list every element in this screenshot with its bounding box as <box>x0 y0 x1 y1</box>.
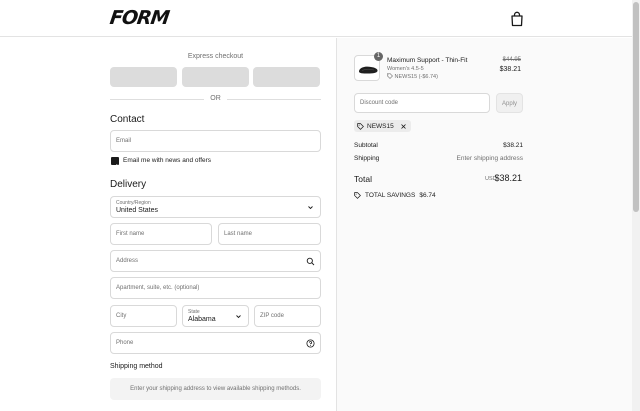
apartment-placeholder: Apartment, suite, etc. (optional) <box>116 285 200 291</box>
site-header: FORM <box>0 0 632 37</box>
checkmark-icon <box>112 164 118 169</box>
state-value: Alabama <box>188 316 216 323</box>
country-label: Country/Region <box>116 200 151 206</box>
email-placeholder: Email <box>116 138 132 144</box>
delivery-title: Delivery <box>110 179 147 190</box>
zip-placeholder: ZIP code <box>260 313 284 319</box>
apply-button[interactable]: Apply <box>496 93 523 113</box>
discount-code-field[interactable]: Discount code <box>354 93 490 113</box>
total-savings: TOTAL SAVINGS $6.74 <box>354 192 436 199</box>
tag-icon <box>354 192 361 199</box>
original-price: $44.95 <box>502 57 521 63</box>
shipping-method-title: Shipping method <box>110 363 163 370</box>
newsletter-checkbox[interactable] <box>111 157 119 169</box>
applied-discount-code: NEWS15 <box>367 122 394 130</box>
phone-field[interactable]: Phone <box>110 332 321 354</box>
newsletter-label[interactable]: Email me with news and offers <box>123 157 211 164</box>
product-name: Maximum Support - Thin-Fit <box>387 57 468 64</box>
page-scrollbar[interactable] <box>632 0 640 411</box>
checkout-form: Express checkout OR Contact Email Email … <box>0 38 336 411</box>
shipping-label: Shipping <box>354 155 380 162</box>
or-line-right <box>227 99 321 100</box>
or-divider: OR <box>110 95 321 105</box>
chevron-down-icon <box>308 206 313 210</box>
country-value: United States <box>116 207 159 214</box>
first-name-placeholder: First name <box>116 231 145 237</box>
city-field[interactable]: City <box>110 305 177 327</box>
product-variant: Women's 4.5-5 <box>387 66 424 72</box>
city-placeholder: City <box>116 313 127 319</box>
chevron-down-icon <box>236 315 241 319</box>
express-pay-button-2[interactable] <box>182 67 249 87</box>
last-name-placeholder: Last name <box>224 231 253 237</box>
phone-placeholder: Phone <box>116 340 134 346</box>
savings-label: TOTAL SAVINGS <box>365 192 416 199</box>
order-summary: 1 Maximum Support - Thin-Fit Women's 4.5… <box>336 38 632 411</box>
email-field[interactable]: Email <box>110 130 321 152</box>
product-discount: NEWS15 (-$6.74) <box>387 73 438 80</box>
applied-discount-tag: NEWS15 <box>354 120 411 132</box>
address-field[interactable]: Address <box>110 250 321 272</box>
discount-code-placeholder: Discount code <box>360 100 399 106</box>
search-icon <box>306 257 315 266</box>
total-value: $38.21 <box>494 173 522 183</box>
savings-value: $6.74 <box>419 192 436 199</box>
quantity-badge: 1 <box>374 52 383 61</box>
total-label: Total <box>354 174 372 184</box>
tag-icon <box>357 122 364 130</box>
remove-icon[interactable] <box>400 123 407 130</box>
subtotal-label: Subtotal <box>354 142 378 149</box>
last-name-field[interactable]: Last name <box>218 223 321 245</box>
scrollbar-thumb[interactable] <box>633 2 639 212</box>
country-select[interactable]: Country/Region United States <box>110 196 321 218</box>
first-name-field[interactable]: First name <box>110 223 212 245</box>
state-label: State <box>188 309 200 315</box>
zip-field[interactable]: ZIP code <box>254 305 321 327</box>
shopping-bag-icon[interactable] <box>510 11 524 27</box>
shipping-value: Enter shipping address <box>456 155 524 162</box>
express-pay-button-3[interactable] <box>253 67 320 87</box>
contact-title: Contact <box>110 114 145 125</box>
state-select[interactable]: State Alabama <box>182 305 249 327</box>
product-discount-text: NEWS15 (-$6.74) <box>394 74 438 80</box>
tag-icon <box>387 73 393 79</box>
express-checkout-title: Express checkout <box>187 53 244 60</box>
address-placeholder: Address <box>116 258 139 264</box>
help-circle-icon[interactable] <box>306 339 315 348</box>
brand-logo[interactable]: FORM <box>108 7 170 29</box>
express-pay-button-1[interactable] <box>110 67 177 87</box>
shipping-method-note: Enter your shipping address to view avai… <box>110 378 321 400</box>
apartment-field[interactable]: Apartment, suite, etc. (optional) <box>110 277 321 299</box>
item-price: $38.21 <box>499 66 521 73</box>
subtotal-value: $38.21 <box>503 142 523 149</box>
